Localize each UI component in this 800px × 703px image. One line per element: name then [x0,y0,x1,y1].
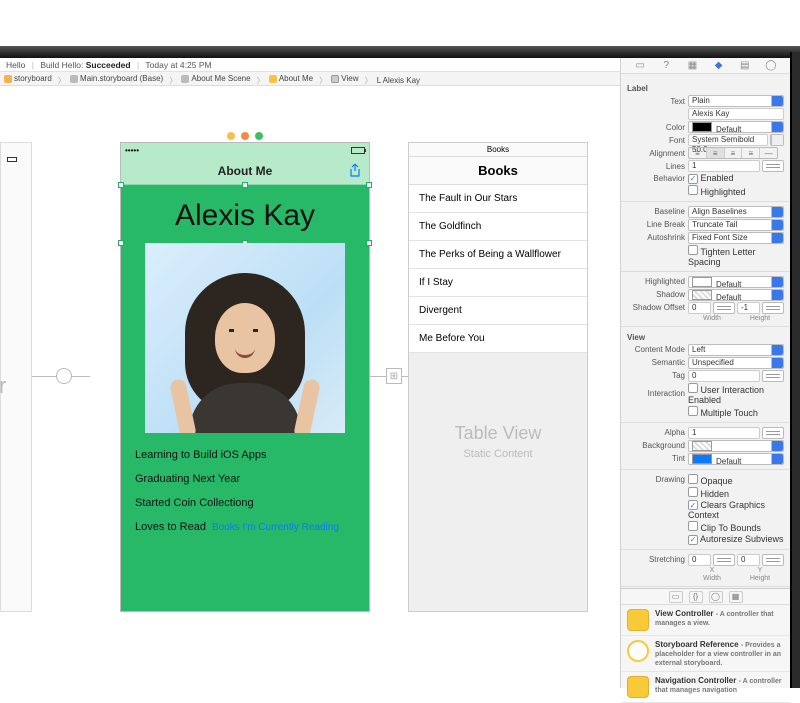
facts-list: Learning to Build iOS Apps Graduating Ne… [121,433,369,555]
books-scene[interactable]: Books Books The Fault in Our Stars The G… [408,142,588,612]
build-timestamp: Today at 4:25 PM [145,60,211,70]
opaque-checkbox[interactable] [688,474,698,484]
highlighted-color-popup[interactable]: Default [688,276,784,288]
uie-checkbox[interactable] [688,383,698,393]
battery-icon [351,147,365,154]
autoresize-checkbox[interactable]: ✓ [688,535,698,545]
mt-checkbox[interactable] [688,406,698,416]
books-link[interactable]: Books I'm Currently Reading [212,522,339,533]
shadow-color-popup[interactable]: Default [688,289,784,301]
nav-title[interactable]: Books [409,157,587,185]
table-row[interactable]: The Fault in Our Stars [409,185,587,213]
section-view: View [627,333,784,342]
autoshrink-popup[interactable]: Fixed Font Size [688,232,784,244]
library-tabs[interactable]: ▭ {} ◯ ▦ [621,589,790,605]
table-row[interactable]: Divergent [409,297,587,325]
clears-checkbox[interactable]: ✓ [688,500,698,510]
table-row[interactable]: Me Before You [409,325,587,353]
profile-image[interactable] [145,243,345,433]
xcode-activity-bar: Hello | Build Hello: Succeeded | Today a… [0,58,620,72]
table-row[interactable]: The Perks of Being a Wallflower [409,241,587,269]
tighten-checkbox[interactable] [688,245,698,255]
build-status: Succeeded [86,60,131,70]
tag-field[interactable]: 0 [688,370,760,382]
offscreen-scene[interactable]: r [0,142,32,612]
hidden-checkbox[interactable] [688,487,698,497]
first-responder-icon[interactable] [241,132,249,140]
contentmode-popup[interactable]: Left [688,344,784,356]
alpha-field[interactable]: 1 [688,427,760,439]
about-me-scene[interactable]: ••••• About Me Alexis Kay Learning to Bu… [120,142,370,612]
table-row[interactable]: If I Stay [409,269,587,297]
enabled-checkbox[interactable]: ✓ [688,174,698,184]
stretch-y-field[interactable]: 0 [737,554,760,566]
fact-item[interactable]: Loves to ReadBooks I'm Currently Reading [135,521,355,533]
table-row[interactable]: The Goldfinch [409,213,587,241]
identity-inspector-icon[interactable]: ▦ [685,60,699,72]
tint-popup[interactable]: Default [688,453,784,465]
status-bar: ••••• [121,143,369,157]
exit-icon[interactable] [255,132,263,140]
share-icon[interactable] [349,163,361,180]
font-picker-button[interactable]: T [770,134,784,146]
highlighted-checkbox[interactable] [688,185,698,195]
alignment-segment[interactable]: ≡≡≡≡— [688,147,778,159]
library-item[interactable]: View Controller - A controller that mana… [621,605,790,636]
text-style-popup[interactable]: Plain [688,95,784,107]
segue-destination-icon[interactable]: ⊞ [386,368,402,384]
nav-controller-icon [627,676,649,698]
jump-bar[interactable]: storyboard〉 Main.storyboard (Base)〉 Abou… [0,72,620,86]
nav-title: About Me [218,164,273,178]
view-controller-icon [627,609,649,631]
vc-dock-icon[interactable] [227,132,235,140]
navigation-bar[interactable]: About Me [121,157,369,185]
text-value-field[interactable]: Alexis Kay [688,108,784,120]
code-snippet-icon[interactable]: {} [689,591,703,603]
lines-stepper[interactable] [762,160,784,172]
color-popup[interactable]: Default [688,121,784,133]
fact-item[interactable]: Started Coin Collectiong [135,497,355,509]
library-item[interactable]: Storyboard Reference - Provides a placeh… [621,636,790,672]
scene-dock[interactable] [121,129,369,143]
build-prefix: Build Hello: [40,60,83,70]
object-library: ▭ {} ◯ ▦ View Controller - A controller … [621,588,790,688]
fact-item[interactable]: Graduating Next Year [135,473,355,485]
tableview-placeholder: Table View Static Content [409,353,587,460]
attributes-inspector-icon[interactable]: ◆ [712,60,726,72]
shadow-w-field[interactable]: 0 [688,302,711,314]
storyboard-canvas[interactable]: r ⊞ ••••• About Me Alexis Kay [0,86,620,688]
size-inspector-icon[interactable]: ▤ [738,60,752,72]
linebreak-popup[interactable]: Truncate Tail [688,219,784,231]
stretch-x-field[interactable]: 0 [688,554,711,566]
baseline-popup[interactable]: Align Baselines [688,206,784,218]
section-label: Label [627,84,784,93]
shadow-h-field[interactable]: -1 [737,302,760,314]
project-name: Hello [6,60,25,70]
storyboard-ref-icon [627,640,649,662]
file-template-icon[interactable]: ▭ [669,591,683,603]
inspector-panel: ▭ ? ▦ ◆ ▤ ◯ Label TextPlain Alexis Kay C… [620,58,790,688]
scene-title: Books [409,143,587,157]
fact-item[interactable]: Learning to Build iOS Apps [135,449,355,461]
clip-checkbox[interactable] [688,521,698,531]
background-popup[interactable] [688,440,784,452]
file-inspector-icon[interactable]: ▭ [633,60,647,72]
segue-source-icon[interactable] [56,368,72,384]
headline-label[interactable]: Alexis Kay [121,185,369,243]
lines-field[interactable]: 1 [688,160,760,172]
media-library-icon[interactable]: ▦ [729,591,743,603]
semantic-popup[interactable]: Unspecified [688,357,784,369]
help-inspector-icon[interactable]: ? [659,60,673,72]
object-library-icon[interactable]: ◯ [709,591,723,603]
connections-inspector-icon[interactable]: ◯ [764,60,778,72]
font-field[interactable]: System Semibold 50.0 [688,134,768,146]
inspector-tabs[interactable]: ▭ ? ▦ ◆ ▤ ◯ [621,58,790,74]
